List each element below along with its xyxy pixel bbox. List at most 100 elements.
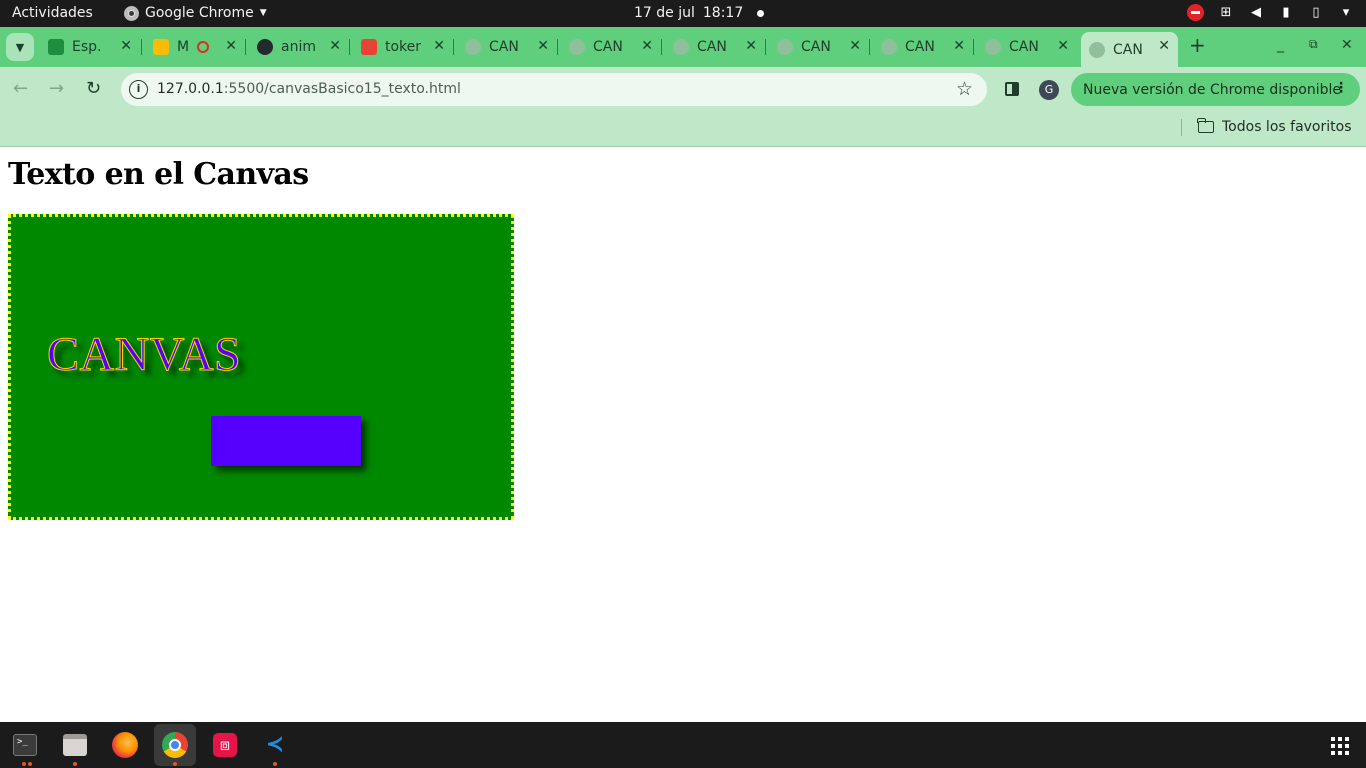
- close-tab-icon[interactable]: ✕: [537, 38, 549, 54]
- url-text[interactable]: 127.0.0.1:5500/canvasBasico15_texto.html: [157, 81, 461, 97]
- close-tab-icon[interactable]: ✕: [120, 38, 132, 54]
- tab-title: CAN: [489, 39, 519, 55]
- network-icon[interactable]: ⊞: [1218, 5, 1234, 21]
- running-indicator: [173, 762, 177, 766]
- close-tab-icon[interactable]: ✕: [849, 38, 861, 54]
- address-bar[interactable]: i 127.0.0.1:5500/canvasBasico15_texto.ht…: [121, 73, 987, 106]
- tab-separator: [141, 39, 142, 55]
- close-tab-icon[interactable]: ✕: [1057, 38, 1069, 54]
- bookmarks-separator: [1181, 119, 1182, 136]
- minimize-icon[interactable]: _: [1277, 37, 1284, 53]
- tab-title: CAN: [697, 39, 727, 55]
- chrome-icon: [162, 732, 188, 758]
- globe-icon: [673, 39, 689, 55]
- tab[interactable]: M ✕: [153, 32, 241, 62]
- tab-search-button[interactable]: ▼: [6, 33, 34, 61]
- tab[interactable]: Esp. ✕: [48, 32, 136, 62]
- chevron-down-icon: ▼: [15, 40, 25, 54]
- tab-title: Esp.: [72, 39, 102, 55]
- tab-separator: [453, 39, 454, 55]
- chrome-icon: [124, 5, 139, 21]
- tab[interactable]: CAN ✕: [777, 32, 865, 62]
- tab[interactable]: CAN ✕: [881, 32, 969, 62]
- tab[interactable]: CAN ✕: [985, 32, 1073, 62]
- contacts-icon: [48, 39, 64, 55]
- close-tab-icon[interactable]: ✕: [953, 38, 965, 54]
- bookmark-star-icon[interactable]: ☆: [956, 78, 973, 100]
- volume-icon[interactable]: ◀: [1248, 5, 1264, 21]
- tab-active[interactable]: CAN ✕: [1081, 32, 1178, 67]
- show-apps-grid-icon[interactable]: [1331, 737, 1349, 755]
- system-tray[interactable]: ⊞ ◀ ▮ ▯ ▾: [1187, 4, 1354, 21]
- close-tab-icon[interactable]: ✕: [745, 38, 757, 54]
- dock-firefox[interactable]: [104, 724, 146, 766]
- tab[interactable]: CAN ✕: [569, 32, 657, 62]
- side-panel-icon[interactable]: [1005, 82, 1019, 96]
- tab[interactable]: CAN ✕: [465, 32, 553, 62]
- vscode-icon: ≺: [265, 732, 285, 757]
- system-menu-chevron-icon[interactable]: ▾: [1338, 5, 1354, 21]
- globe-icon: [881, 39, 897, 55]
- globe-icon: [777, 39, 793, 55]
- globe-icon: [1089, 41, 1105, 58]
- close-tab-icon[interactable]: ✕: [1158, 38, 1170, 54]
- url-host: 127.0.0.1: [157, 81, 224, 97]
- close-tab-icon[interactable]: ✕: [433, 38, 445, 54]
- globe-icon: [985, 39, 1001, 55]
- reload-icon[interactable]: ↻: [86, 79, 101, 99]
- bookmarks-bar: Todos los favoritos: [0, 112, 1366, 147]
- firefox-icon: [112, 732, 138, 758]
- page-heading: Texto en el Canvas: [8, 157, 309, 192]
- chevron-down-icon: ▼: [259, 8, 267, 18]
- tab-title: CAN: [801, 39, 831, 55]
- recording-icon: [197, 41, 209, 53]
- clock[interactable]: 17 de jul 18:17: [634, 5, 765, 21]
- terminal-icon: >_: [13, 734, 37, 756]
- back-arrow-icon[interactable]: ←: [13, 79, 28, 99]
- clock-date: 17 de jul: [634, 5, 695, 21]
- dock-files[interactable]: [54, 724, 96, 766]
- activities-button[interactable]: Actividades: [12, 5, 93, 21]
- tab[interactable]: token ✕: [361, 32, 449, 62]
- close-window-icon[interactable]: ✕: [1341, 37, 1353, 53]
- url-path: :5500/canvasBasico15_texto.html: [223, 81, 461, 97]
- close-tab-icon[interactable]: ✕: [641, 38, 653, 54]
- running-indicator: [273, 762, 277, 766]
- profile-avatar[interactable]: G: [1039, 80, 1059, 100]
- restore-icon[interactable]: ⧉: [1309, 37, 1318, 52]
- tab[interactable]: CAN ✕: [673, 32, 761, 62]
- tab-title: token: [385, 39, 421, 55]
- battery-icon[interactable]: ▯: [1308, 5, 1324, 21]
- tab-title: CAN: [1009, 39, 1039, 55]
- tab-separator: [973, 39, 974, 55]
- tab-separator: [869, 39, 870, 55]
- microphone-icon[interactable]: ▮: [1278, 5, 1294, 21]
- dock-vscode[interactable]: ≺: [254, 724, 296, 766]
- tab-separator: [765, 39, 766, 55]
- running-indicator: [73, 762, 77, 766]
- do-not-disturb-icon[interactable]: [1187, 4, 1204, 21]
- all-bookmarks-label: Todos los favoritos: [1222, 119, 1352, 135]
- tab-separator: [557, 39, 558, 55]
- close-tab-icon[interactable]: ✕: [329, 38, 341, 54]
- new-tab-button[interactable]: +: [1189, 35, 1206, 55]
- app-menu[interactable]: Google Chrome ▼: [124, 5, 267, 21]
- site-info-icon[interactable]: i: [129, 80, 148, 99]
- chrome-update-button[interactable]: Nueva versión de Chrome disponible ⋮: [1071, 73, 1360, 106]
- drawing-canvas[interactable]: CANVAS: [8, 214, 514, 520]
- tab-separator: [661, 39, 662, 55]
- dock-terminal[interactable]: >_: [4, 724, 46, 766]
- github-icon: [257, 39, 273, 55]
- dock-screenshot[interactable]: ⧈: [204, 724, 246, 766]
- running-indicator: [28, 762, 32, 766]
- more-menu-icon[interactable]: ⋮: [1334, 80, 1348, 96]
- globe-icon: [465, 39, 481, 55]
- all-bookmarks-button[interactable]: Todos los favoritos: [1197, 118, 1352, 135]
- tab-strip: ▼ Esp. ✕ M ✕ anim ✕ token ✕ CAN ✕ CAN ✕ …: [0, 27, 1366, 67]
- tab-title: M: [177, 39, 190, 55]
- forward-arrow-icon[interactable]: →: [49, 79, 64, 99]
- tab[interactable]: anim ✕: [257, 32, 345, 62]
- dock-chrome[interactable]: [154, 724, 196, 766]
- drive-icon: [153, 39, 169, 55]
- close-tab-icon[interactable]: ✕: [225, 38, 237, 54]
